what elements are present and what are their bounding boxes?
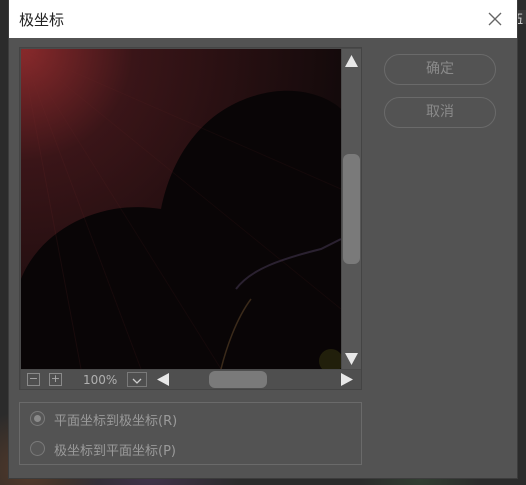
- close-button[interactable]: [483, 7, 507, 31]
- zoom-out-button[interactable]: −: [27, 373, 40, 386]
- dialog-title: 极坐标: [19, 11, 65, 29]
- preview-statusbar: − + 100%: [21, 370, 361, 389]
- conversion-options-group: 平面坐标到极坐标(R) 极坐标到平面坐标(P): [19, 402, 362, 465]
- zoom-level-value: 100%: [83, 373, 118, 387]
- chevron-down-icon: [132, 378, 142, 384]
- triangle-down-icon: [345, 353, 358, 365]
- scroll-left-button[interactable]: [155, 372, 171, 387]
- triangle-left-icon: [157, 373, 169, 386]
- cancel-button[interactable]: 取消: [384, 97, 496, 128]
- triangle-right-icon: [341, 373, 353, 386]
- polar-coordinates-dialog: 极坐标 − + 100% 确定 取消 平面坐标到极坐标(R) 极坐标到平面坐标(…: [9, 0, 517, 478]
- preview-render: [21, 49, 341, 369]
- horizontal-scroll-thumb[interactable]: [209, 371, 267, 388]
- radio-selected-dot: [34, 415, 41, 422]
- triangle-up-icon: [345, 55, 358, 67]
- preview-vertical-scrollbar[interactable]: [342, 49, 361, 369]
- vertical-scroll-thumb[interactable]: [343, 154, 360, 264]
- close-icon: [488, 12, 502, 26]
- preview-panel: − + 100%: [19, 47, 362, 390]
- option-rect-to-polar-label: 平面坐标到极坐标(R): [54, 414, 178, 429]
- zoom-in-button[interactable]: +: [49, 373, 62, 386]
- radio-rect-to-polar[interactable]: [30, 411, 45, 426]
- ok-button[interactable]: 确定: [384, 54, 496, 85]
- preview-horizontal-scrollbar[interactable]: [153, 370, 353, 389]
- radio-polar-to-rect[interactable]: [30, 441, 45, 456]
- zoom-dropdown-button[interactable]: [127, 372, 147, 387]
- scroll-up-button[interactable]: [344, 53, 359, 69]
- preview-image[interactable]: [21, 49, 341, 369]
- scroll-down-button[interactable]: [344, 351, 359, 367]
- option-polar-to-rect-label: 极坐标到平面坐标(P): [54, 444, 176, 459]
- dialog-titlebar: 极坐标: [9, 0, 517, 38]
- scroll-right-button[interactable]: [339, 372, 355, 387]
